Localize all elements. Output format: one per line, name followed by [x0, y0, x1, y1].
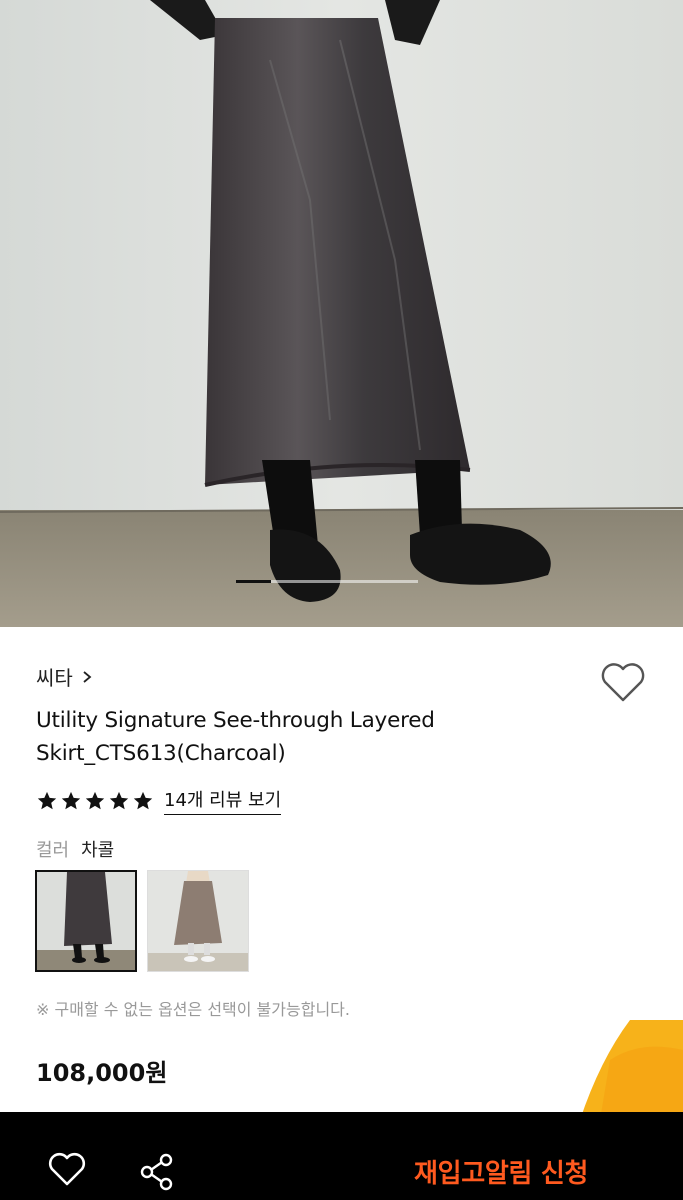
star-icon: [37, 791, 57, 809]
share-icon[interactable]: [138, 1152, 176, 1192]
rating-row: 14개 리뷰 보기: [36, 786, 282, 815]
heart-outline-icon[interactable]: [48, 1152, 86, 1188]
color-value: 차콜: [81, 840, 115, 861]
brand-link[interactable]: 씨타: [36, 662, 93, 691]
brand-name: 씨타: [36, 666, 73, 690]
swatch-beige[interactable]: [147, 870, 249, 972]
star-icon: [133, 791, 153, 809]
product-price: 108,000원: [36, 1059, 168, 1087]
review-link[interactable]: 14개 리뷰 보기: [164, 786, 282, 815]
star-icon: [61, 791, 81, 809]
swatch-charcoal[interactable]: [35, 870, 137, 972]
star-icon: [85, 791, 105, 809]
heart-outline-icon[interactable]: [600, 662, 646, 704]
floating-banner-graphic[interactable]: [560, 1020, 683, 1120]
color-option-row: 컬러 차콜: [36, 836, 114, 862]
product-hero-image[interactable]: [0, 0, 683, 627]
restock-alert-button[interactable]: 재입고알림 신청: [414, 1153, 588, 1190]
chevron-right-icon: [83, 670, 92, 683]
swatch-beige-image: [148, 871, 248, 971]
star-icon: [109, 791, 129, 809]
product-photo: [0, 0, 683, 627]
carousel-indicator-active: [236, 580, 271, 583]
star-rating: [36, 790, 154, 812]
color-label: 컬러: [36, 840, 70, 861]
option-notice: ※ 구매할 수 없는 옵션은 선택이 불가능합니다.: [36, 1000, 350, 1019]
swatch-charcoal-image: [37, 872, 135, 970]
carousel-indicator: [236, 580, 418, 583]
product-title: Utility Signature See-through Layered Sk…: [36, 708, 435, 766]
